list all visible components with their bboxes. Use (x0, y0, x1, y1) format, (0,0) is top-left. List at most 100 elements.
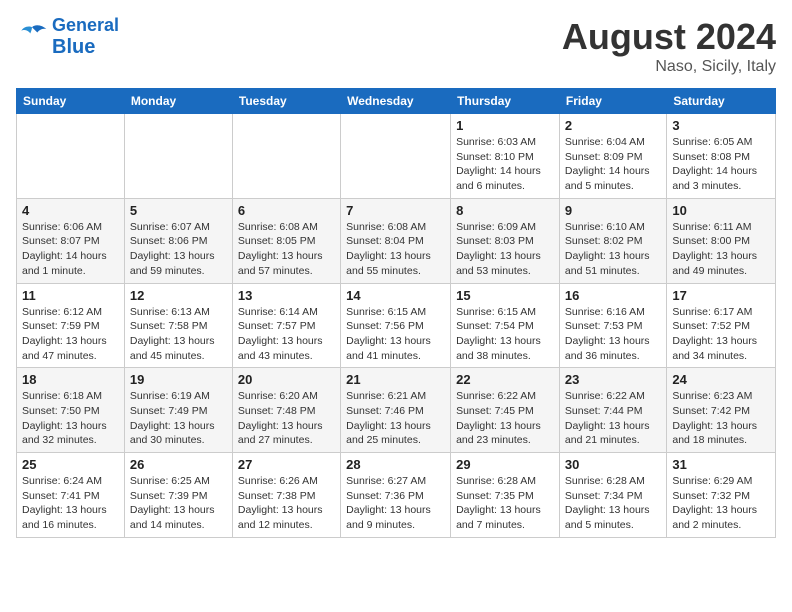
day-cell: 21 Sunrise: 6:21 AM Sunset: 7:46 PM Dayli… (341, 368, 451, 453)
day-cell: 20 Sunrise: 6:20 AM Sunset: 7:48 PM Dayli… (232, 368, 340, 453)
header-row: Sunday Monday Tuesday Wednesday Thursday… (17, 89, 776, 114)
col-friday: Friday (559, 89, 666, 114)
day-cell: 6 Sunrise: 6:08 AM Sunset: 8:05 PM Daylig… (232, 198, 340, 283)
day-cell: 24Sunrise: 6:23 AM Sunset: 7:42 PM Dayli… (667, 368, 776, 453)
day-cell: 29 Sunrise: 6:28 AM Sunset: 7:35 PM Dayli… (451, 453, 560, 538)
day-info: Sunrise: 6:15 AM Sunset: 7:56 PM Dayligh… (346, 305, 445, 364)
day-number: 18 (22, 372, 119, 387)
day-cell: 23Sunrise: 6:22 AM Sunset: 7:44 PM Dayli… (559, 368, 666, 453)
day-number: 28 (346, 457, 445, 472)
day-number: 16 (565, 288, 661, 303)
day-number: 6 (238, 203, 335, 218)
day-info: Sunrise: 6:14 AM Sunset: 7:57 PM Dayligh… (238, 305, 335, 364)
day-info: Sunrise: 6:20 AM Sunset: 7:48 PM Dayligh… (238, 389, 335, 448)
day-cell: 16 Sunrise: 6:16 AM Sunset: 7:53 PM Dayli… (559, 283, 666, 368)
day-info: Sunrise: 6:29 AM Sunset: 7:32 PM Dayligh… (672, 474, 770, 533)
day-number: 25 (22, 457, 119, 472)
week-row-3: 18Sunrise: 6:18 AM Sunset: 7:50 PM Dayli… (17, 368, 776, 453)
day-number: 11 (22, 288, 119, 303)
day-cell: 28 Sunrise: 6:27 AM Sunset: 7:36 PM Dayli… (341, 453, 451, 538)
day-info: Sunrise: 6:12 AM Sunset: 7:59 PM Dayligh… (22, 305, 119, 364)
day-cell (17, 114, 125, 199)
logo-text: General Blue (52, 16, 119, 58)
day-number: 20 (238, 372, 335, 387)
day-number: 23 (565, 372, 661, 387)
day-cell: 7 Sunrise: 6:08 AM Sunset: 8:04 PM Daylig… (341, 198, 451, 283)
day-cell: 26Sunrise: 6:25 AM Sunset: 7:39 PM Dayli… (124, 453, 232, 538)
day-number: 13 (238, 288, 335, 303)
day-cell: 13 Sunrise: 6:14 AM Sunset: 7:57 PM Dayli… (232, 283, 340, 368)
week-row-0: 1 Sunrise: 6:03 AM Sunset: 8:10 PM Daylig… (17, 114, 776, 199)
col-tuesday: Tuesday (232, 89, 340, 114)
day-cell: 2 Sunrise: 6:04 AM Sunset: 8:09 PM Daylig… (559, 114, 666, 199)
day-info: Sunrise: 6:26 AM Sunset: 7:38 PM Dayligh… (238, 474, 335, 533)
day-cell (124, 114, 232, 199)
day-info: Sunrise: 6:08 AM Sunset: 8:04 PM Dayligh… (346, 220, 445, 279)
day-info: Sunrise: 6:03 AM Sunset: 8:10 PM Dayligh… (456, 135, 554, 194)
day-cell: 12 Sunrise: 6:13 AM Sunset: 7:58 PM Dayli… (124, 283, 232, 368)
day-number: 15 (456, 288, 554, 303)
day-info: Sunrise: 6:16 AM Sunset: 7:53 PM Dayligh… (565, 305, 661, 364)
day-cell: 4 Sunrise: 6:06 AM Sunset: 8:07 PM Daylig… (17, 198, 125, 283)
day-cell: 22Sunrise: 6:22 AM Sunset: 7:45 PM Dayli… (451, 368, 560, 453)
title-block: August 2024 Naso, Sicily, Italy (562, 16, 776, 76)
day-info: Sunrise: 6:19 AM Sunset: 7:49 PM Dayligh… (130, 389, 227, 448)
day-info: Sunrise: 6:25 AM Sunset: 7:39 PM Dayligh… (130, 474, 227, 533)
day-cell: 3 Sunrise: 6:05 AM Sunset: 8:08 PM Daylig… (667, 114, 776, 199)
day-cell (232, 114, 340, 199)
page-header: General Blue August 2024 Naso, Sicily, I… (16, 16, 776, 76)
day-number: 12 (130, 288, 227, 303)
day-info: Sunrise: 6:28 AM Sunset: 7:35 PM Dayligh… (456, 474, 554, 533)
day-info: Sunrise: 6:04 AM Sunset: 8:09 PM Dayligh… (565, 135, 661, 194)
day-number: 10 (672, 203, 770, 218)
day-info: Sunrise: 6:21 AM Sunset: 7:46 PM Dayligh… (346, 389, 445, 448)
day-number: 9 (565, 203, 661, 218)
col-sunday: Sunday (17, 89, 125, 114)
day-number: 7 (346, 203, 445, 218)
day-info: Sunrise: 6:13 AM Sunset: 7:58 PM Dayligh… (130, 305, 227, 364)
day-number: 5 (130, 203, 227, 218)
day-info: Sunrise: 6:06 AM Sunset: 8:07 PM Dayligh… (22, 220, 119, 279)
day-info: Sunrise: 6:15 AM Sunset: 7:54 PM Dayligh… (456, 305, 554, 364)
day-number: 22 (456, 372, 554, 387)
day-cell: 30 Sunrise: 6:28 AM Sunset: 7:34 PM Dayli… (559, 453, 666, 538)
day-number: 1 (456, 118, 554, 133)
day-cell (341, 114, 451, 199)
day-info: Sunrise: 6:05 AM Sunset: 8:08 PM Dayligh… (672, 135, 770, 194)
day-info: Sunrise: 6:07 AM Sunset: 8:06 PM Dayligh… (130, 220, 227, 279)
col-thursday: Thursday (451, 89, 560, 114)
week-row-4: 25Sunrise: 6:24 AM Sunset: 7:41 PM Dayli… (17, 453, 776, 538)
day-info: Sunrise: 6:28 AM Sunset: 7:34 PM Dayligh… (565, 474, 661, 533)
day-cell: 31 Sunrise: 6:29 AM Sunset: 7:32 PM Dayli… (667, 453, 776, 538)
day-cell: 17 Sunrise: 6:17 AM Sunset: 7:52 PM Dayli… (667, 283, 776, 368)
day-number: 31 (672, 457, 770, 472)
day-cell: 25Sunrise: 6:24 AM Sunset: 7:41 PM Dayli… (17, 453, 125, 538)
day-info: Sunrise: 6:11 AM Sunset: 8:00 PM Dayligh… (672, 220, 770, 279)
week-row-1: 4 Sunrise: 6:06 AM Sunset: 8:07 PM Daylig… (17, 198, 776, 283)
day-cell: 9 Sunrise: 6:10 AM Sunset: 8:02 PM Daylig… (559, 198, 666, 283)
day-info: Sunrise: 6:17 AM Sunset: 7:52 PM Dayligh… (672, 305, 770, 364)
col-monday: Monday (124, 89, 232, 114)
day-cell: 19Sunrise: 6:19 AM Sunset: 7:49 PM Dayli… (124, 368, 232, 453)
day-info: Sunrise: 6:08 AM Sunset: 8:05 PM Dayligh… (238, 220, 335, 279)
day-cell: 27 Sunrise: 6:26 AM Sunset: 7:38 PM Dayli… (232, 453, 340, 538)
day-cell: 11 Sunrise: 6:12 AM Sunset: 7:59 PM Dayli… (17, 283, 125, 368)
day-cell: 18Sunrise: 6:18 AM Sunset: 7:50 PM Dayli… (17, 368, 125, 453)
day-cell: 1 Sunrise: 6:03 AM Sunset: 8:10 PM Daylig… (451, 114, 560, 199)
calendar-table: Sunday Monday Tuesday Wednesday Thursday… (16, 88, 776, 538)
day-number: 21 (346, 372, 445, 387)
day-number: 30 (565, 457, 661, 472)
day-number: 2 (565, 118, 661, 133)
day-cell: 14 Sunrise: 6:15 AM Sunset: 7:56 PM Dayli… (341, 283, 451, 368)
day-number: 8 (456, 203, 554, 218)
calendar-subtitle: Naso, Sicily, Italy (562, 58, 776, 76)
day-info: Sunrise: 6:23 AM Sunset: 7:42 PM Dayligh… (672, 389, 770, 448)
day-number: 17 (672, 288, 770, 303)
day-number: 14 (346, 288, 445, 303)
day-number: 4 (22, 203, 119, 218)
day-number: 27 (238, 457, 335, 472)
day-info: Sunrise: 6:27 AM Sunset: 7:36 PM Dayligh… (346, 474, 445, 533)
day-number: 29 (456, 457, 554, 472)
day-info: Sunrise: 6:10 AM Sunset: 8:02 PM Dayligh… (565, 220, 661, 279)
day-number: 3 (672, 118, 770, 133)
